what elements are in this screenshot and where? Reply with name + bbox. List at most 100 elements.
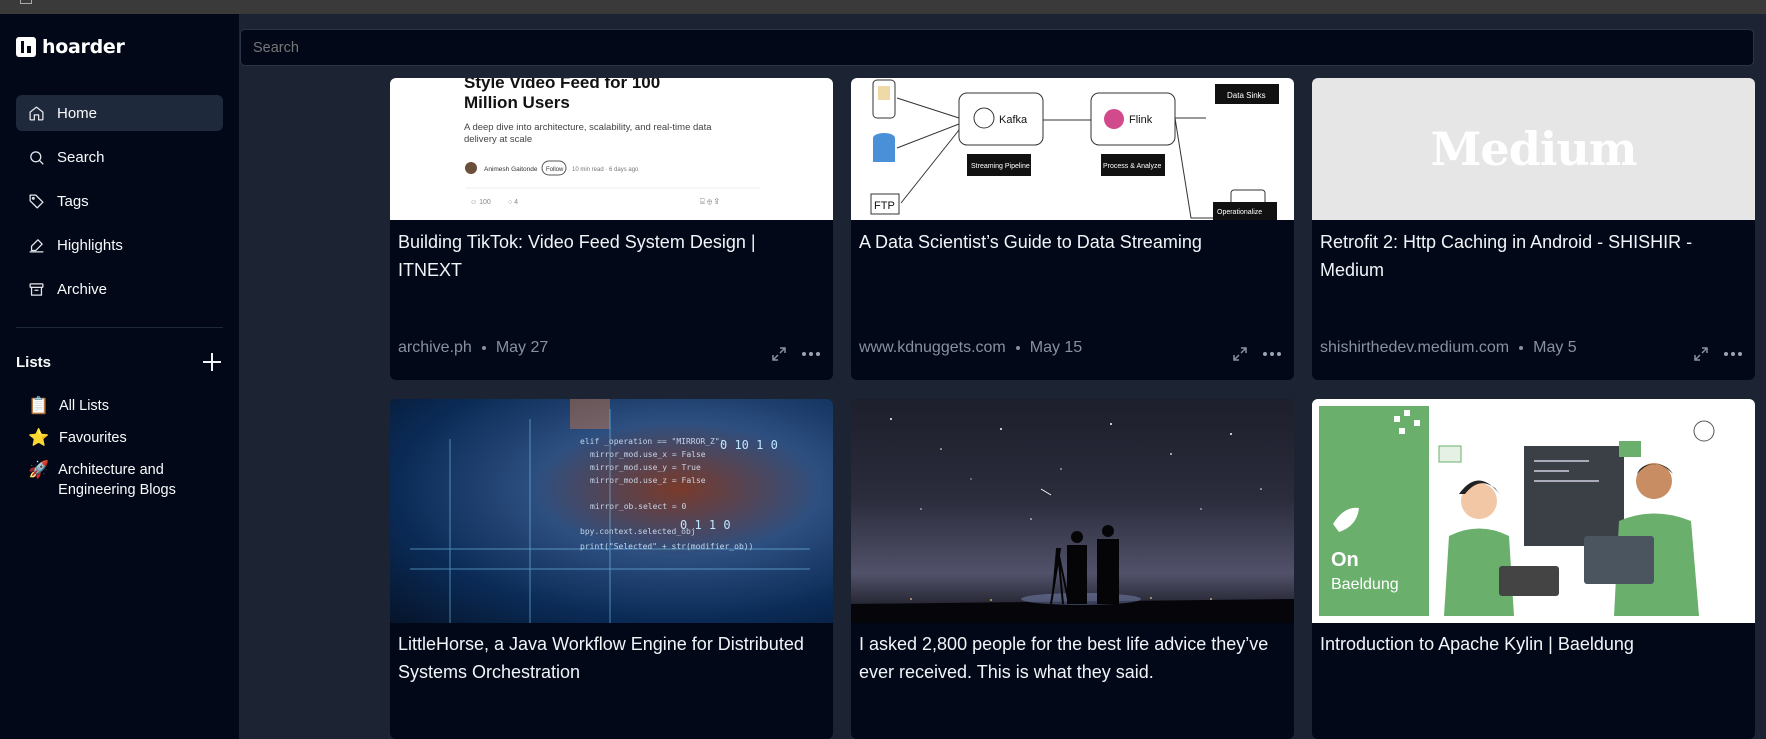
nav-item-label: Search — [57, 148, 105, 166]
svg-text:⌸ ⊕ ⇪: ⌸ ⊕ ⇪ — [700, 197, 719, 206]
nav-item-label: Archive — [57, 280, 108, 298]
search-icon — [30, 150, 44, 165]
bookmark-card[interactable]: elif _operation == "MIRROR_Z": mirror_mo… — [390, 399, 833, 739]
card-source[interactable]: www.kdnuggets.com — [859, 339, 1006, 357]
nav-item-search[interactable]: Search — [16, 139, 223, 175]
svg-text:bpy.context.selected_obj: bpy.context.selected_obj — [580, 527, 696, 536]
archive-icon — [29, 282, 44, 296]
card-title[interactable]: Introduction to Apache Kylin | Baeldung — [1320, 630, 1745, 658]
nav-item-label: Highlights — [57, 236, 123, 254]
card-date: May 5 — [1533, 339, 1577, 356]
nav-item-highlights[interactable]: Highlights — [16, 227, 223, 263]
preview-flink-label: Flink — [1129, 114, 1153, 126]
clipboard-icon: 📋 — [28, 396, 50, 415]
bookmark-card[interactable]: FTP Kafka Streaming Pipeline Flink Proce… — [851, 78, 1294, 380]
card-title[interactable]: I asked 2,800 people for the best life a… — [859, 630, 1284, 686]
card-title[interactable]: Retrofit 2: Http Caching in Android - SH… — [1320, 228, 1745, 284]
preview-baeldung-label: Baeldung — [1331, 576, 1399, 593]
preview-follow: Follow — [546, 167, 564, 173]
diagram-preview-image: FTP Kafka Streaming Pipeline Flink Proce… — [870, 79, 1279, 220]
svg-text:print("Selected" + str(modifie: print("Selected" + str(modifier_ob)) — [580, 542, 753, 551]
list-item-label: All Lists — [59, 398, 109, 414]
list-item-label: Favourites — [59, 430, 127, 446]
highlighter-icon — [29, 238, 44, 253]
lists-title: Lists — [16, 353, 52, 371]
preview-operationalize-label: Operationalize — [1217, 209, 1262, 216]
more-options-icon[interactable] — [1262, 351, 1282, 357]
svg-text:mirror_mod.use_x = False: mirror_mod.use_x = False — [590, 450, 706, 459]
card-meta: shishirthedev.medium.com May 5 — [1320, 339, 1577, 357]
window-top-bar — [0, 0, 1766, 14]
baeldung-preview-image: On Baeldung — [1331, 406, 1748, 616]
card-thumbnail[interactable]: Medium — [1312, 78, 1755, 220]
separator-dot — [1519, 346, 1524, 350]
bookmark-card[interactable]: Medium Retrofit 2: Http Caching in Andro… — [1312, 78, 1755, 380]
card-thumbnail[interactable]: FTP Kafka Streaming Pipeline Flink Proce… — [851, 78, 1294, 220]
bookmark-card[interactable]: Style Video Feed for 100 Million Users A … — [390, 78, 833, 380]
svg-text:0 10 1 0: 0 10 1 0 — [720, 438, 778, 452]
brand[interactable]: hoarder — [16, 36, 125, 58]
tag-icon — [29, 193, 44, 209]
nav-item-home[interactable]: Home — [16, 95, 223, 131]
preview-subtitle: A deep dive into architecture, scalabili… — [464, 122, 712, 145]
rocket-icon: 🚀 — [28, 460, 50, 479]
expand-icon[interactable] — [1693, 346, 1709, 362]
nav-item-tags[interactable]: Tags — [16, 183, 223, 219]
separator-dot — [1015, 346, 1020, 350]
list-item-architecture-blogs[interactable]: 🚀 Architecture and Engineering Blogs — [28, 460, 223, 500]
search-input[interactable] — [240, 29, 1754, 66]
night-sky-preview-image — [851, 418, 1294, 623]
expand-icon[interactable] — [771, 346, 787, 362]
card-meta: www.kdnuggets.com May 15 — [859, 339, 1082, 357]
bookmark-card[interactable]: I asked 2,800 people for the best life a… — [851, 399, 1294, 739]
bookmark-card[interactable]: On Baeldung Introduction to Apache Kylin… — [1312, 399, 1755, 739]
svg-text:○ 4: ○ 4 — [508, 199, 518, 206]
expand-icon[interactable] — [1232, 346, 1248, 362]
medium-logo: Medium — [1430, 122, 1638, 176]
card-meta: archive.ph May 27 — [398, 339, 548, 357]
preview-sinks-label: Data Sinks — [1227, 91, 1266, 100]
more-options-icon[interactable] — [801, 351, 821, 357]
preview-process-label: Process & Analyze — [1103, 163, 1161, 170]
lists-header: Lists — [16, 351, 223, 373]
card-source[interactable]: archive.ph — [398, 339, 472, 357]
svg-text:0 1 1 0: 0 1 1 0 — [680, 518, 731, 532]
svg-text:☺ 100: ☺ 100 — [470, 199, 491, 206]
card-actions — [1693, 346, 1743, 362]
preview-author: Animesh Gaitonde — [484, 166, 538, 173]
card-source[interactable]: shishirthedev.medium.com — [1320, 339, 1509, 357]
more-options-icon[interactable] — [1723, 351, 1743, 357]
preview-read-time: 10 min read · 6 days ago — [572, 167, 639, 173]
add-list-plus-icon[interactable] — [201, 351, 223, 373]
main-content: Style Video Feed for 100Million Users A … — [239, 14, 1766, 739]
card-actions — [771, 346, 821, 362]
preview-streaming-label: Streaming Pipeline — [971, 163, 1030, 170]
card-title[interactable]: A Data Scientist’s Guide to Data Streami… — [859, 228, 1284, 256]
card-actions — [1232, 346, 1282, 362]
preview-headline: Style Video Feed for 100 Million Users — [464, 78, 660, 112]
star-icon: ⭐ — [28, 428, 50, 447]
list-item-all-lists[interactable]: 📋 All Lists — [28, 396, 223, 416]
svg-text:elif _operation == "MIRROR_Z":: elif _operation == "MIRROR_Z": — [580, 437, 725, 446]
separator-dot — [481, 346, 486, 350]
preview-ftp-label: FTP — [874, 200, 895, 212]
card-thumbnail[interactable]: Style Video Feed for 100 Million Users A … — [390, 78, 833, 220]
card-thumbnail[interactable]: elif _operation == "MIRROR_Z": mirror_mo… — [390, 399, 833, 623]
window-glyph-icon — [20, 0, 32, 4]
hoarder-logo-icon — [16, 37, 36, 57]
nav-item-label: Home — [57, 104, 98, 122]
card-thumbnail[interactable] — [851, 399, 1294, 623]
nav-item-label: Tags — [57, 192, 89, 210]
card-date: May 27 — [495, 339, 549, 356]
article-preview-image: Style Video Feed for 100 Million Users A … — [464, 78, 760, 206]
svg-text:mirror_ob.select = 0: mirror_ob.select = 0 — [590, 502, 687, 511]
card-thumbnail[interactable]: On Baeldung — [1312, 399, 1755, 623]
lists: 📋 All Lists ⭐ Favourites 🚀 Architecture … — [28, 396, 223, 512]
card-title[interactable]: Building TikTok: Video Feed System Desig… — [398, 228, 823, 284]
list-item-label: Architecture and Engineering Blogs — [58, 462, 176, 498]
nav-item-archive[interactable]: Archive — [16, 271, 223, 307]
svg-text:mirror_mod.use_y = True: mirror_mod.use_y = True — [590, 463, 701, 472]
card-title[interactable]: LittleHorse, a Java Workflow Engine for … — [398, 630, 823, 686]
list-item-favourites[interactable]: ⭐ Favourites — [28, 428, 223, 448]
home-icon — [29, 105, 44, 121]
